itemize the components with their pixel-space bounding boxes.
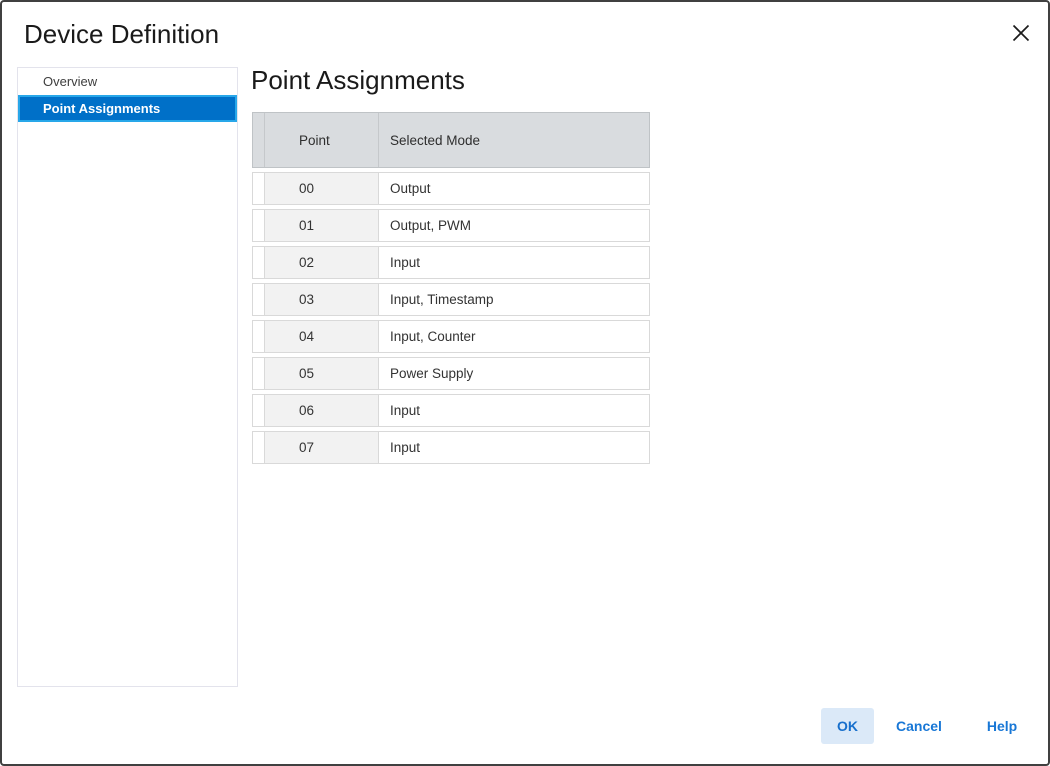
table-row[interactable]: 03 Input, Timestamp [252, 283, 650, 316]
close-button[interactable] [1008, 20, 1034, 46]
point-cell: 04 [265, 321, 379, 352]
selected-mode-cell[interactable]: Input [379, 432, 649, 463]
selected-mode-cell[interactable]: Power Supply [379, 358, 649, 389]
column-header-selected-mode: Selected Mode [379, 113, 649, 167]
selected-mode-cell[interactable]: Input [379, 395, 649, 426]
selected-mode-cell[interactable]: Input [379, 247, 649, 278]
selected-mode-cell[interactable]: Output [379, 173, 649, 204]
table-row[interactable]: 04 Input, Counter [252, 320, 650, 353]
sidebar: Overview Point Assignments [17, 67, 238, 687]
point-cell: 02 [265, 247, 379, 278]
cancel-button[interactable]: Cancel [874, 708, 964, 744]
table-row[interactable]: 02 Input [252, 246, 650, 279]
table-body: 00 Output 01 Output, PWM 02 Input 03 Inp… [252, 172, 650, 464]
ok-button[interactable]: OK [821, 708, 874, 744]
sidebar-item-label: Overview [43, 74, 97, 89]
row-selector-cell[interactable] [253, 432, 265, 463]
selected-mode-cell[interactable]: Input, Timestamp [379, 284, 649, 315]
row-selector-cell[interactable] [253, 284, 265, 315]
row-selector-cell[interactable] [253, 210, 265, 241]
help-button[interactable]: Help [964, 708, 1040, 744]
sidebar-item-overview[interactable]: Overview [18, 68, 237, 95]
row-selector-cell[interactable] [253, 173, 265, 204]
selected-mode-cell[interactable]: Output, PWM [379, 210, 649, 241]
point-cell: 06 [265, 395, 379, 426]
point-cell: 00 [265, 173, 379, 204]
page-title: Point Assignments [251, 65, 465, 96]
point-assignments-table: Point Selected Mode 00 Output 01 Output,… [252, 112, 650, 468]
device-definition-dialog: Device Definition Overview Point Assignm… [0, 0, 1050, 766]
table-header-row: Point Selected Mode [252, 112, 650, 168]
selected-mode-cell[interactable]: Input, Counter [379, 321, 649, 352]
column-header-selector [253, 113, 265, 167]
column-header-point: Point [265, 113, 379, 167]
point-cell: 07 [265, 432, 379, 463]
dialog-title: Device Definition [24, 19, 219, 50]
table-row[interactable]: 00 Output [252, 172, 650, 205]
sidebar-item-label: Point Assignments [43, 101, 160, 116]
row-selector-cell[interactable] [253, 247, 265, 278]
table-row[interactable]: 01 Output, PWM [252, 209, 650, 242]
row-selector-cell[interactable] [253, 358, 265, 389]
point-cell: 01 [265, 210, 379, 241]
point-cell: 05 [265, 358, 379, 389]
dialog-footer: OK Cancel Help [821, 708, 1040, 744]
table-row[interactable]: 07 Input [252, 431, 650, 464]
row-selector-cell[interactable] [253, 395, 265, 426]
close-icon [1011, 23, 1031, 43]
row-selector-cell[interactable] [253, 321, 265, 352]
point-cell: 03 [265, 284, 379, 315]
table-row[interactable]: 06 Input [252, 394, 650, 427]
table-row[interactable]: 05 Power Supply [252, 357, 650, 390]
sidebar-item-point-assignments[interactable]: Point Assignments [18, 95, 237, 122]
